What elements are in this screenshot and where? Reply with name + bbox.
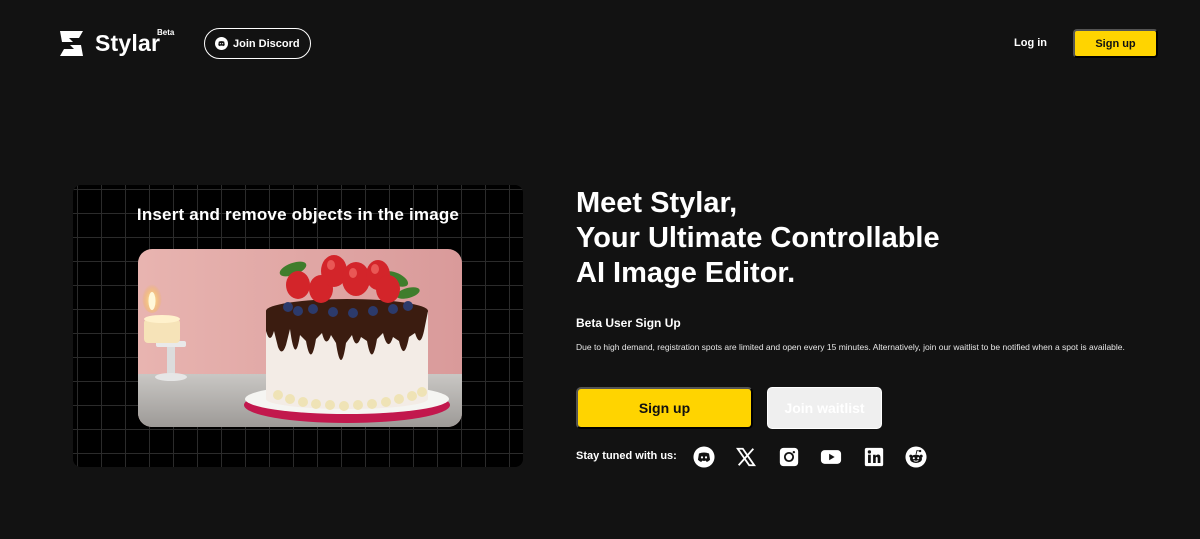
hero-title-line: Your Ultimate Controllable	[576, 222, 940, 254]
signup-button[interactable]: Sign up	[576, 387, 753, 429]
reddit-icon	[904, 445, 927, 468]
discord-link[interactable]	[692, 445, 715, 468]
hero-title-line: Meet Stylar,	[576, 187, 738, 219]
join-discord-button[interactable]: Join Discord	[204, 28, 311, 59]
demo-title: Insert and remove objects in the image	[136, 205, 460, 224]
youtube-link[interactable]	[819, 445, 842, 468]
hero-title-line: AI Image Editor.	[576, 257, 796, 289]
stylar-logo-icon	[60, 31, 83, 56]
brand-name: Stylar	[95, 30, 161, 56]
discord-icon	[215, 37, 228, 50]
join-discord-label: Join Discord	[233, 37, 300, 50]
youtube-icon	[820, 449, 841, 464]
stay-tuned-label: Stay tuned with us:	[576, 450, 677, 462]
instagram-icon	[779, 447, 798, 466]
login-link[interactable]: Log in	[1014, 37, 1047, 49]
cake-demo-image	[138, 249, 462, 427]
beta-signup-description: Due to high demand, registration spots a…	[576, 342, 1125, 352]
brand-logo[interactable]: Stylar Beta	[57, 28, 174, 58]
discord-icon	[692, 445, 715, 468]
beta-signup-heading: Beta User Sign Up	[576, 316, 681, 330]
instagram-link[interactable]	[777, 445, 800, 468]
cake-illustration	[138, 249, 462, 427]
x-link[interactable]	[734, 445, 757, 468]
linkedin-icon	[864, 447, 883, 466]
x-icon	[735, 447, 756, 466]
linkedin-link[interactable]	[862, 445, 885, 468]
hero-title: Meet Stylar, Your Ultimate Controllable …	[576, 186, 940, 291]
join-waitlist-button[interactable]: Join waitlist	[767, 387, 882, 429]
header-signup-button[interactable]: Sign up	[1073, 29, 1158, 58]
demo-panel: Insert and remove objects in the image	[73, 185, 523, 467]
beta-badge: Beta	[157, 28, 175, 37]
reddit-link[interactable]	[904, 445, 927, 468]
